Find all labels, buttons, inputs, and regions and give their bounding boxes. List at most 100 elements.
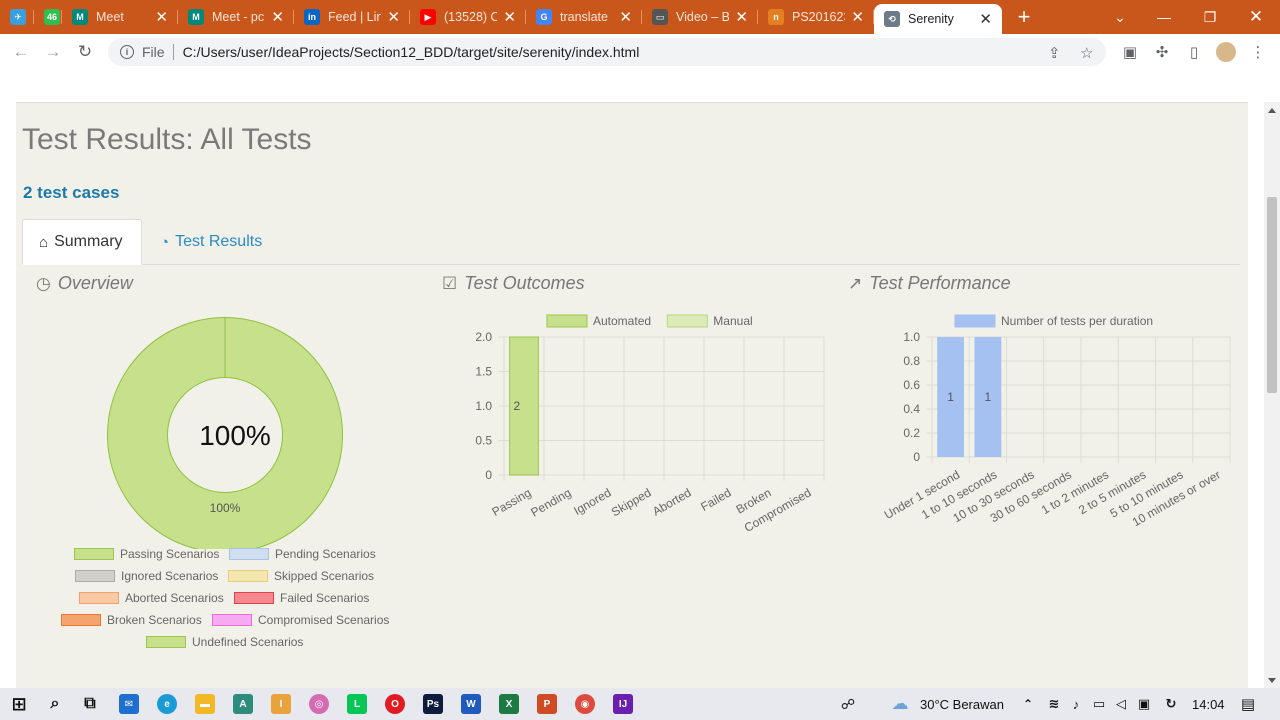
x-tick-label: Pending: [528, 485, 573, 519]
minimize-icon[interactable]: —: [1141, 0, 1187, 34]
app-i-icon[interactable]: I: [271, 694, 291, 714]
browser-tab[interactable]: M Meet - pc ✕: [178, 0, 294, 34]
weather-cloud-icon[interactable]: ☁: [890, 694, 910, 714]
browser-tab[interactable]: ▶ (13528) O ✕: [410, 0, 526, 34]
tab-close-icon[interactable]: ✕: [381, 8, 400, 26]
data-label: 2: [513, 399, 520, 413]
site-info-icon[interactable]: i: [120, 45, 134, 59]
weather-text[interactable]: 30°C Berawan: [920, 697, 1004, 712]
close-window-icon[interactable]: ✕: [1233, 0, 1279, 34]
scroll-up-icon[interactable]: [1268, 108, 1276, 113]
legend-swatch: [229, 548, 269, 560]
tab-summary[interactable]: ⌂ Summary: [22, 219, 142, 265]
browser-tab[interactable]: Gtranslate ✕: [526, 0, 642, 34]
legend-label: Number of tests per duration: [1001, 314, 1153, 328]
legend-swatch: [954, 314, 996, 328]
restore-icon[interactable]: ❐: [1187, 0, 1233, 34]
legend-item[interactable]: Pending Scenarios: [229, 547, 376, 561]
scrollbar-thumb[interactable]: [1267, 197, 1277, 393]
browser-tab[interactable]: 46: [34, 0, 62, 34]
y-tick-label: 0.8: [903, 354, 920, 368]
y-tick-label: 1.5: [475, 365, 492, 379]
powerpoint-icon[interactable]: P: [537, 694, 557, 714]
intellij-icon[interactable]: IJ: [613, 694, 633, 714]
search-icon[interactable]: ⌕: [45, 694, 65, 714]
test-case-count[interactable]: 2 test cases: [23, 183, 119, 203]
gauge-icon: ◔: [160, 233, 170, 251]
legend-item[interactable]: Skipped Scenarios: [228, 569, 374, 583]
file-explorer-icon[interactable]: ▬: [195, 694, 215, 714]
tab-title: Meet - pc: [212, 10, 265, 24]
legend-item[interactable]: Failed Scenarios: [234, 591, 369, 605]
tab-title: Meet: [96, 10, 124, 24]
chevron-up-icon[interactable]: ⌃: [1018, 694, 1038, 714]
app-a-icon[interactable]: A: [233, 694, 253, 714]
opera-icon[interactable]: O: [385, 694, 405, 714]
display-icon[interactable]: ▣: [1134, 694, 1154, 714]
new-tab-icon[interactable]: +: [1012, 4, 1036, 30]
y-tick-label: 0.4: [903, 402, 920, 416]
bookmark-star-icon[interactable]: ☆: [1080, 44, 1093, 62]
tab-close-icon[interactable]: ✕: [149, 8, 168, 26]
legend-label: Skipped Scenarios: [274, 569, 375, 583]
donut-slice-label: 100%: [210, 501, 241, 515]
app-circle-icon[interactable]: ◎: [309, 694, 329, 714]
legend-item[interactable]: Undefined Scenarios: [146, 635, 303, 649]
people-icon[interactable]: ☍: [838, 694, 858, 714]
outcomes-heading: ☑ Test Outcomes: [442, 273, 585, 294]
volume-icon[interactable]: ◁: [1111, 694, 1131, 714]
puzzle-icon[interactable]: ✣: [1152, 42, 1172, 62]
microphone-icon[interactable]: ♪: [1066, 694, 1086, 714]
tab-test-results[interactable]: ◔ Test Results: [144, 219, 278, 265]
legend-item[interactable]: Compromised Scenarios: [212, 613, 389, 627]
browser-tab[interactable]: ⟲ Serenity ✕: [874, 4, 1002, 34]
reload-icon[interactable]: ↻: [69, 36, 101, 68]
sync-icon[interactable]: ↻: [1161, 694, 1181, 714]
back-icon[interactable]: ←: [5, 36, 37, 68]
legend-item[interactable]: Broken Scenarios: [61, 613, 202, 627]
checkbox-icon: ☑: [442, 273, 458, 293]
task-view-icon[interactable]: ⧉: [80, 694, 100, 714]
photoshop-icon[interactable]: Ps: [423, 694, 443, 714]
tab-close-icon[interactable]: ✕: [845, 8, 864, 26]
windows-start-icon[interactable]: ⊞: [9, 694, 29, 714]
browser-tab[interactable]: M Meet ✕: [62, 0, 178, 34]
browser-tab[interactable]: in Feed | Lin ✕: [294, 0, 410, 34]
tab-close-icon[interactable]: ✕: [613, 8, 632, 26]
line-app-icon[interactable]: L: [347, 694, 367, 714]
tab-search-icon[interactable]: ⌄: [1097, 0, 1143, 34]
tab-close-icon[interactable]: ✕: [265, 8, 284, 26]
battery-icon[interactable]: ▭: [1089, 694, 1109, 714]
extension-icon[interactable]: ▣: [1120, 42, 1140, 62]
url-field[interactable]: i File C:/Users/user/IdeaProjects/Sectio…: [108, 38, 1106, 66]
wifi-icon[interactable]: ≋: [1044, 694, 1064, 714]
browser-tab[interactable]: n PS201623 ✕: [758, 0, 874, 34]
legend-item[interactable]: Ignored Scenarios: [75, 569, 218, 583]
menu-kebab-icon[interactable]: ⋮: [1248, 42, 1268, 62]
notification-icon[interactable]: ▤: [1238, 694, 1258, 714]
legend-item[interactable]: Passing Scenarios: [74, 547, 219, 561]
share-icon[interactable]: ⇪: [1048, 44, 1061, 62]
forward-icon[interactable]: →: [37, 36, 69, 68]
word-icon[interactable]: W: [461, 694, 481, 714]
side-panel-icon[interactable]: ▯: [1184, 42, 1204, 62]
page-scrollbar[interactable]: [1264, 102, 1280, 688]
mail-icon[interactable]: ✉: [119, 694, 139, 714]
tab-summary-label: Summary: [54, 233, 123, 250]
legend-label: Passing Scenarios: [120, 547, 220, 561]
clock[interactable]: 14:04: [1192, 697, 1225, 712]
avatar[interactable]: [1216, 42, 1236, 62]
legend-item[interactable]: Aborted Scenarios: [79, 591, 224, 605]
legend-swatch: [146, 636, 186, 648]
browser-tab[interactable]: ✈: [0, 0, 34, 34]
tab-close-icon[interactable]: ✕: [973, 10, 992, 28]
browser-tab[interactable]: ▭ Video – B ✕: [642, 0, 758, 34]
edge-icon[interactable]: e: [157, 694, 177, 714]
excel-icon[interactable]: X: [499, 694, 519, 714]
tab-close-icon[interactable]: ✕: [729, 8, 748, 26]
x-tick-label: Passing: [490, 485, 534, 518]
chrome-icon[interactable]: ◉: [575, 694, 595, 714]
home-icon: ⌂: [39, 233, 49, 251]
tab-close-icon[interactable]: ✕: [497, 8, 516, 26]
scroll-down-icon[interactable]: [1268, 678, 1276, 683]
